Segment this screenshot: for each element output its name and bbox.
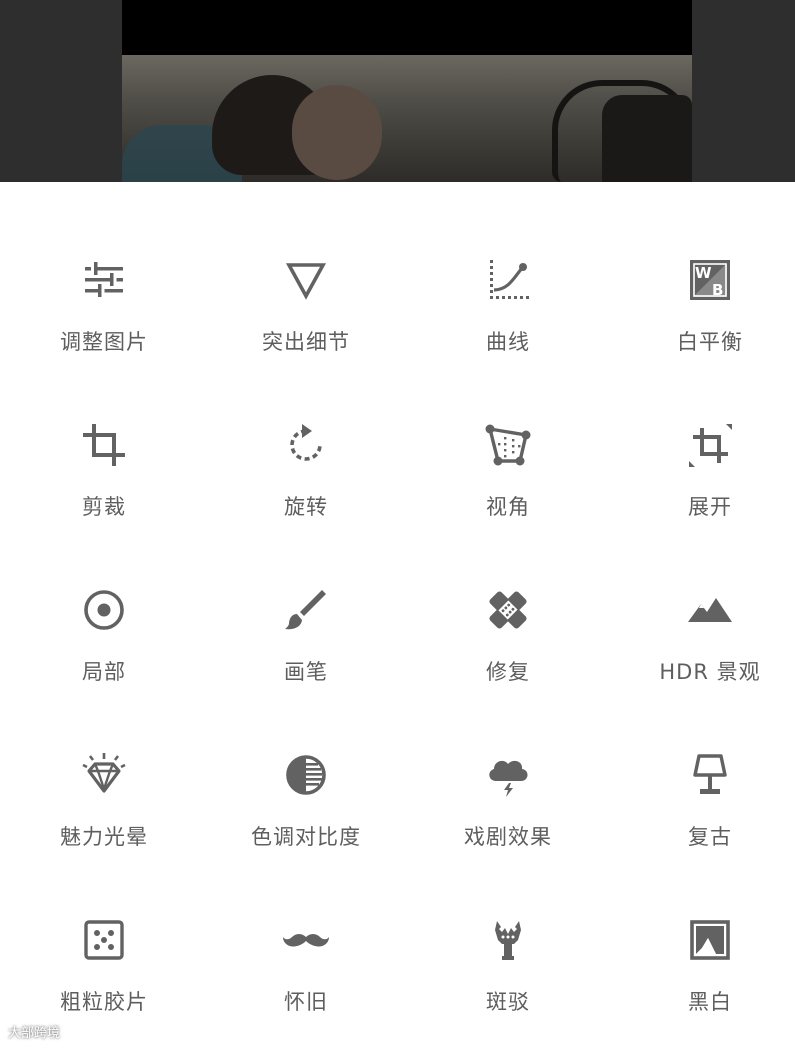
tool-label: 色调对比度	[251, 825, 361, 849]
tonal-contrast-icon	[286, 755, 326, 795]
tool-curves[interactable]: 曲线	[407, 226, 609, 391]
tool-label: 曲线	[486, 330, 530, 354]
perspective-icon	[485, 424, 531, 466]
crop-icon	[83, 424, 125, 466]
brush-icon	[285, 590, 326, 630]
tool-expand[interactable]: 展开	[609, 391, 795, 556]
curves-icon	[490, 260, 529, 299]
tool-label: 复古	[688, 825, 732, 849]
tool-tune-image[interactable]: 调整图片	[3, 226, 205, 391]
tune-sliders-icon	[85, 262, 123, 297]
svg-text:W: W	[695, 264, 712, 282]
tool-perspective[interactable]: 视角	[407, 391, 609, 556]
photo-preview	[122, 0, 692, 182]
tool-label: 旋转	[284, 495, 328, 519]
tool-label: 调整图片	[60, 330, 148, 354]
tool-vintage[interactable]: 复古	[609, 721, 795, 886]
tool-glamour-glow[interactable]: 魅力光晕	[3, 721, 205, 886]
tool-label: 剪裁	[82, 495, 126, 519]
watermark: 大部跨境	[8, 1026, 61, 1041]
grainy-film-icon	[84, 920, 124, 960]
tool-black-white[interactable]: 黑白	[609, 886, 795, 1051]
black-white-icon	[690, 920, 730, 960]
grunge-guitar-icon	[495, 921, 521, 960]
drama-cloud-icon	[489, 760, 528, 797]
image-preview-area	[0, 0, 795, 182]
expand-icon	[689, 424, 732, 467]
tool-label: 斑驳	[486, 990, 530, 1014]
tool-tonal-contrast[interactable]: 色调对比度	[205, 721, 407, 886]
tool-hdr[interactable]: HDR 景观	[609, 556, 795, 721]
healing-bandage-icon	[489, 591, 527, 629]
tool-label: 魅力光晕	[60, 825, 148, 849]
tool-crop[interactable]: 剪裁	[3, 391, 205, 556]
rotate-icon	[290, 424, 322, 461]
tool-brush[interactable]: 画笔	[205, 556, 407, 721]
tool-label: 画笔	[284, 660, 328, 684]
tool-label: 黑白	[688, 990, 732, 1014]
tools-grid: 调整图片 突出细节 曲线 W B 白平衡 剪裁 旋转 视角 展开 局部 画笔 修…	[0, 226, 795, 1051]
tool-label: 修复	[486, 660, 530, 684]
vintage-lamp-icon	[693, 754, 727, 794]
white-balance-icon: W B	[690, 260, 730, 300]
tool-healing[interactable]: 修复	[407, 556, 609, 721]
mountains-icon	[688, 598, 732, 622]
tool-label: 局部	[82, 660, 126, 684]
tool-label: 怀旧	[284, 990, 328, 1014]
tool-retrolux[interactable]: 怀旧	[205, 886, 407, 1051]
tool-label: 突出细节	[262, 330, 350, 354]
tool-label: 白平衡	[677, 330, 743, 354]
details-triangle-icon	[285, 263, 327, 300]
tool-label: 展开	[688, 495, 732, 519]
tool-grunge[interactable]: 斑驳	[407, 886, 609, 1051]
tool-white-balance[interactable]: W B 白平衡	[609, 226, 795, 391]
tool-details[interactable]: 突出细节	[205, 226, 407, 391]
tool-label: 视角	[486, 495, 530, 519]
mustache-icon	[283, 934, 329, 947]
tool-label: HDR 景观	[659, 660, 761, 684]
tool-label: 戏剧效果	[464, 825, 552, 849]
diamond-glow-icon	[82, 753, 126, 793]
tool-drama[interactable]: 戏剧效果	[407, 721, 609, 886]
tool-label: 粗粒胶片	[60, 990, 148, 1014]
selective-target-icon	[84, 590, 124, 630]
tool-selective[interactable]: 局部	[3, 556, 205, 721]
tool-rotate[interactable]: 旋转	[205, 391, 407, 556]
